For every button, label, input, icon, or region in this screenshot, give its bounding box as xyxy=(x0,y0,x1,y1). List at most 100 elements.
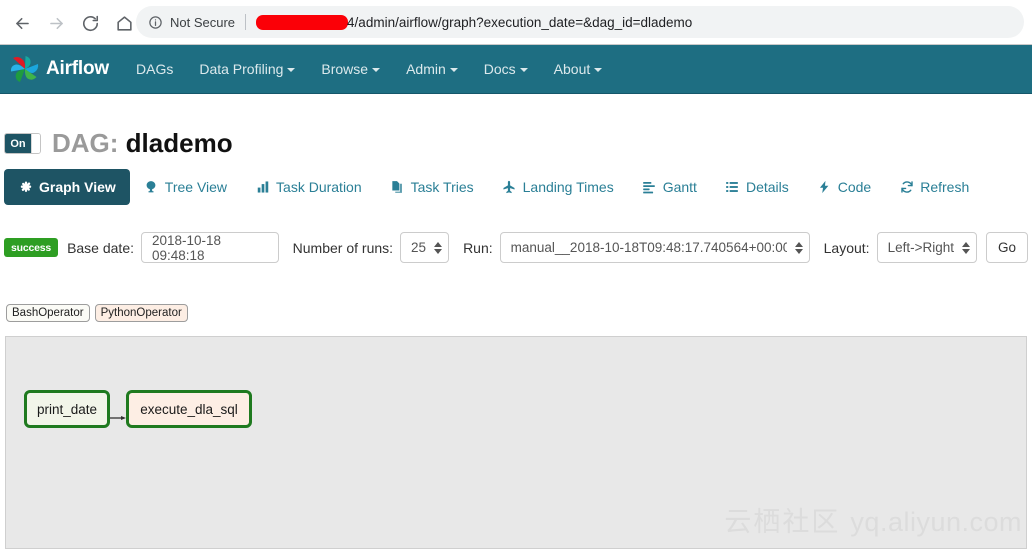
nav-item-about[interactable]: About xyxy=(541,47,616,91)
tab-refresh[interactable]: Refresh xyxy=(885,169,983,205)
tab-label: Refresh xyxy=(920,179,970,195)
tab-label: Task Duration xyxy=(276,179,362,195)
airflow-navbar: Airflow DAGs Data Profiling Browse Admin… xyxy=(0,45,1032,94)
tab-label: Tree View xyxy=(164,179,228,195)
tab-code[interactable]: Code xyxy=(803,169,885,205)
list-icon xyxy=(725,180,740,195)
forward-button[interactable] xyxy=(40,7,72,39)
number-of-runs-stepper[interactable]: 25 xyxy=(400,232,450,263)
tab-task-duration[interactable]: Task Duration xyxy=(241,169,376,205)
legend-chip-pythonoperator[interactable]: PythonOperator xyxy=(94,304,188,322)
watermark-en-text: yq.aliyun.com xyxy=(850,507,1022,537)
watermark-cn-text: 云栖社区 xyxy=(724,507,841,537)
nav-item-browse[interactable]: Browse xyxy=(308,47,393,91)
brand-home-link[interactable]: Airflow xyxy=(8,53,109,85)
graph-node-print-date[interactable]: print_date xyxy=(24,390,110,428)
reload-button[interactable] xyxy=(74,7,106,39)
nav-item-label: Browse xyxy=(321,61,369,77)
tab-details[interactable]: Details xyxy=(711,169,803,205)
tab-label: Graph View xyxy=(39,179,116,195)
go-button-label: Go xyxy=(998,240,1017,255)
base-date-input[interactable]: 2018-10-18 09:48:18 xyxy=(141,232,279,263)
base-date-value: 2018-10-18 09:48:18 xyxy=(152,232,222,263)
stepper-arrows-icon[interactable] xyxy=(962,241,970,254)
dag-graph-canvas[interactable]: print_date execute_dla_sql 云栖社区 yq.aliyu… xyxy=(5,336,1027,549)
dag-toggle-knob xyxy=(31,134,40,153)
arrow-left-icon xyxy=(13,14,32,33)
watermark: 云栖社区 yq.aliyun.com xyxy=(724,500,1022,539)
stepper-arrows-icon[interactable] xyxy=(794,241,803,254)
url-text: 4/admin/airflow/graph?execution_date=&da… xyxy=(347,14,693,30)
page-content: On DAG: dlademo Graph View Tree View Tas… xyxy=(0,94,1032,549)
tab-task-tries[interactable]: Task Tries xyxy=(376,169,488,205)
tab-label: Landing Times xyxy=(522,179,614,195)
arrow-right-icon xyxy=(47,14,66,33)
info-circle-icon[interactable] xyxy=(148,15,163,30)
asterisk-icon xyxy=(18,180,33,195)
chevron-down-icon xyxy=(594,68,603,73)
nav-item-label: Docs xyxy=(483,61,516,77)
number-of-runs-value: 25 xyxy=(411,240,427,255)
nav-item-label: About xyxy=(553,61,591,77)
copy-files-icon xyxy=(390,180,405,195)
tab-tree-view[interactable]: Tree View xyxy=(130,169,241,205)
layout-select[interactable]: Left->Right xyxy=(876,232,977,263)
chevron-down-icon xyxy=(372,68,381,73)
chevron-down-icon xyxy=(519,68,528,73)
nav-item-admin[interactable]: Admin xyxy=(393,47,471,91)
tab-label: Code xyxy=(837,179,872,195)
status-badge: success xyxy=(4,238,59,257)
nav-item-docs[interactable]: Docs xyxy=(471,47,541,91)
align-left-icon xyxy=(642,180,657,195)
run-value: manual__2018-10-18T09:48:17.740564+00:00 xyxy=(510,240,787,255)
security-status-label: Not Secure xyxy=(170,14,236,30)
operator-legend: BashOperator PythonOperator xyxy=(6,304,188,322)
plane-icon xyxy=(502,180,517,195)
back-button[interactable] xyxy=(6,7,38,39)
lightning-bolt-icon xyxy=(817,180,832,195)
omnibox-divider xyxy=(245,14,247,30)
dag-title-prefix: DAG: xyxy=(52,128,119,158)
address-bar[interactable]: Not Secure 4/admin/airflow/graph?executi… xyxy=(136,6,1024,38)
nav-item-data-profiling[interactable]: Data Profiling xyxy=(186,47,308,91)
chevron-down-icon xyxy=(287,68,296,73)
dag-heading: On DAG: dlademo xyxy=(4,128,233,159)
refresh-icon xyxy=(899,180,914,195)
tab-label: Details xyxy=(745,179,789,195)
number-of-runs-label: Number of runs: xyxy=(292,239,394,256)
view-tabs: Graph View Tree View Task Duration Task … xyxy=(4,169,983,205)
bar-chart-icon xyxy=(255,180,270,195)
tab-gantt[interactable]: Gantt xyxy=(628,169,711,205)
chevron-down-icon xyxy=(449,68,458,73)
home-icon xyxy=(115,14,134,33)
tab-label: Task Tries xyxy=(410,179,474,195)
redaction-block xyxy=(256,14,349,30)
tab-label: Gantt xyxy=(662,179,697,195)
graph-node-execute-dla-sql[interactable]: execute_dla_sql xyxy=(126,390,252,428)
nav-item-label: Data Profiling xyxy=(199,61,284,77)
tree-icon xyxy=(144,180,159,195)
graph-controls: success Base date: 2018-10-18 09:48:18 N… xyxy=(4,232,1028,263)
legend-chip-bashoperator[interactable]: BashOperator xyxy=(6,304,90,322)
airflow-pinwheel-logo xyxy=(8,53,42,85)
run-label: Run: xyxy=(463,239,493,256)
graph-node-label: print_date xyxy=(36,401,98,417)
graph-node-label: execute_dla_sql xyxy=(140,401,238,417)
reload-icon xyxy=(81,14,100,33)
dag-toggle-label: On xyxy=(5,134,31,153)
run-select[interactable]: manual__2018-10-18T09:48:17.740564+00:00 xyxy=(499,232,810,263)
tab-graph-view[interactable]: Graph View xyxy=(4,169,130,205)
nav-item-label: DAGs xyxy=(136,61,174,77)
tab-landing-times[interactable]: Landing Times xyxy=(488,169,628,205)
stepper-arrows-icon[interactable] xyxy=(434,241,443,254)
brand-label: Airflow xyxy=(46,58,109,79)
graph-edge-print-date-to-execute-dla-sql xyxy=(110,407,127,420)
dag-on-off-toggle[interactable]: On xyxy=(4,133,41,154)
layout-label: Layout: xyxy=(823,239,870,256)
base-date-label: Base date: xyxy=(67,239,134,256)
nav-item-dags[interactable]: DAGs xyxy=(123,47,186,91)
browser-chrome: Not Secure 4/admin/airflow/graph?executi… xyxy=(0,0,1032,45)
layout-value: Left->Right xyxy=(887,240,954,255)
browser-nav-buttons xyxy=(6,7,140,39)
go-button[interactable]: Go xyxy=(986,232,1028,263)
